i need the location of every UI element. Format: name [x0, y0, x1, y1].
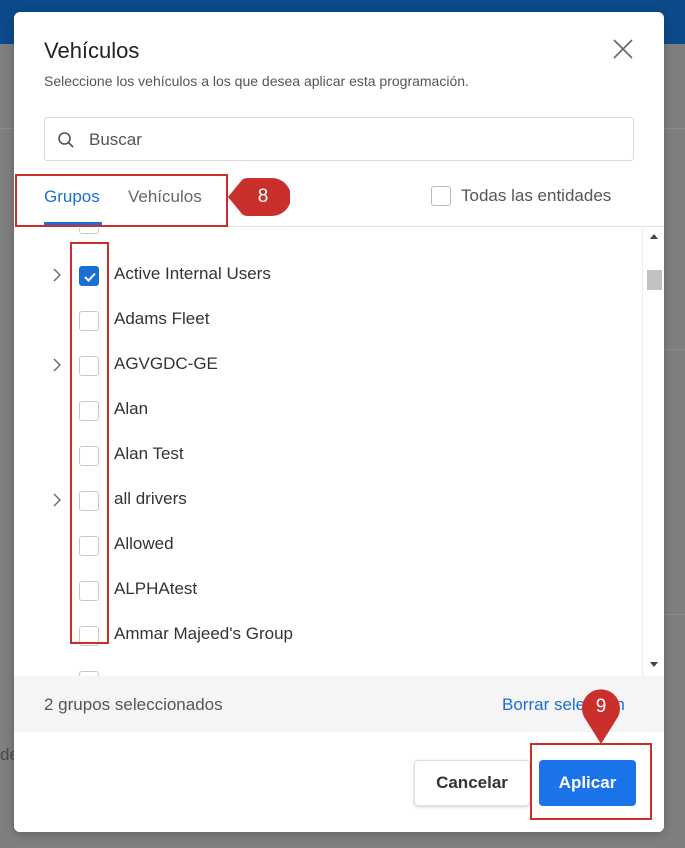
chevron-right-icon[interactable]	[50, 492, 64, 508]
chevron-right-icon[interactable]	[50, 357, 64, 373]
list-item-label: ALPHAtest	[114, 579, 198, 598]
list-item-partial	[14, 658, 642, 676]
list-item-label: Active Internal Users	[114, 264, 271, 283]
scroll-down-icon[interactable]	[650, 662, 658, 667]
close-icon[interactable]	[610, 36, 636, 62]
backdrop-divider	[664, 128, 685, 129]
selected-count: 2 grupos seleccionados	[44, 695, 223, 714]
backdrop-divider	[664, 349, 685, 350]
annotation-number-8: 8	[257, 186, 269, 207]
dialog-title: Vehículos	[44, 38, 140, 63]
cancel-button[interactable]: Cancelar	[414, 760, 530, 806]
search-icon	[57, 131, 75, 149]
annotation-number-9: 9	[595, 696, 607, 717]
backdrop-divider	[664, 614, 685, 615]
search-box[interactable]	[44, 117, 634, 161]
annotation-box-tabs	[15, 174, 228, 227]
all-entities-toggle[interactable]: Todas las entidades	[431, 186, 611, 206]
search-input[interactable]	[89, 128, 619, 152]
list-item-label: AGVGDC-GE	[114, 354, 218, 373]
list-item-label: Alan	[114, 399, 149, 418]
annotation-box-apply	[530, 743, 652, 820]
all-entities-label: Todas las entidades	[461, 186, 612, 205]
scrollbar-thumb[interactable]	[647, 270, 662, 290]
groups-list: Active Internal Users Adams Fleet AGVGDC…	[14, 228, 664, 676]
selection-footer: 2 grupos seleccionados Borrar selección	[14, 676, 664, 732]
list-scrollbar[interactable]	[642, 228, 664, 676]
annotation-box-checkboxes	[70, 242, 109, 644]
list-item-label: all drivers	[114, 489, 187, 508]
list-item-label: Allowed	[114, 534, 174, 553]
row-checkbox[interactable]	[79, 228, 99, 234]
dialog-subtitle: Seleccione los vehículos a los que desea…	[44, 73, 469, 89]
list-item-label: Adams Fleet	[114, 309, 210, 328]
backdrop-divider	[0, 128, 14, 129]
all-entities-checkbox[interactable]	[431, 186, 451, 206]
list-item-label: Alan Test	[114, 444, 184, 463]
vehicles-dialog: Vehículos Seleccione los vehículos a los…	[14, 12, 664, 832]
list-item-label: Ammar Majeed's Group	[114, 624, 293, 643]
chevron-right-icon[interactable]	[50, 267, 64, 283]
scroll-up-icon[interactable]	[650, 234, 658, 239]
